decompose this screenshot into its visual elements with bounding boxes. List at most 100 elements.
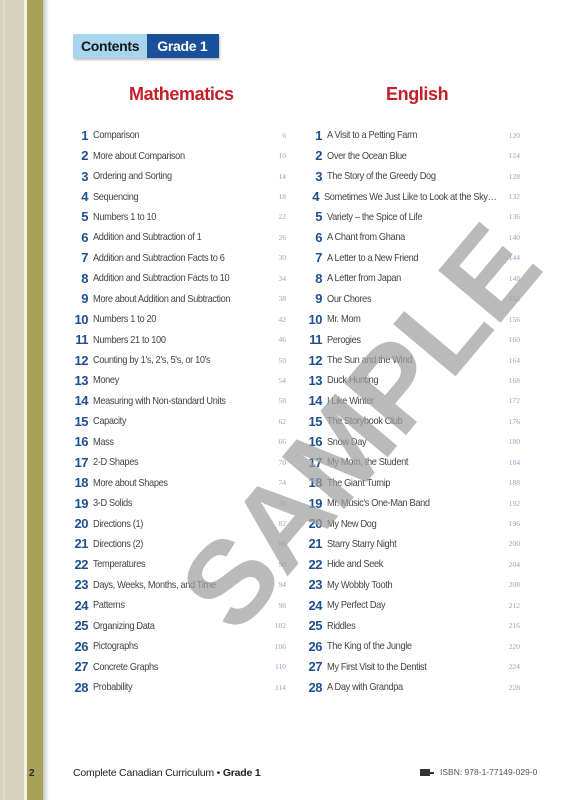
entry-page-number: 212 [508,600,520,610]
toc-entry: 26 The King of the Jungle 220 [300,636,520,656]
entry-title: A Visit to a Petting Farm [327,129,418,142]
entry-number: 18 [308,475,323,491]
toc-entry: 7 Addition and Subtraction Facts to 6 30 [66,248,286,268]
entry-title: Numbers 1 to 20 [93,313,157,326]
entry-number: 23 [74,577,89,593]
toc-entry: 3 Ordering and Sorting 14 [66,166,286,186]
entry-title: The King of the Jungle [327,640,412,653]
entry-title: Temperatures [93,558,146,571]
entry-title: More about Comparison [93,149,185,162]
entry-page-number: 26 [278,232,287,242]
entry-title: A Letter from Japan [327,272,401,285]
entry-title: Addition and Subtraction of 1 [93,231,202,244]
entry-page-number: 176 [508,416,520,426]
entry-title: More about Addition and Subtraction [93,292,231,305]
toc-entry: 22 Hide and Seek 204 [300,554,520,574]
toc-entry: 9 Our Chores 152 [300,289,520,309]
entry-page-number: 220 [508,641,520,651]
contents-header-tab: Contents Grade 1 [73,34,220,58]
toc-entry: 20 Directions (1) 82 [66,513,286,533]
entry-title: Duck Hunting [327,374,379,387]
entry-number: 19 [74,495,89,511]
entry-title: Mr. Music's One-Man Band [327,497,430,510]
toc-entry: 21 Directions (2) 86 [66,534,286,554]
entry-number: 8 [81,270,88,286]
entry-page-number: 10 [278,151,287,161]
toc-entry: 5 Numbers 1 to 10 22 [66,207,286,227]
entry-number: 23 [308,577,323,593]
entry-title: Directions (1) [93,517,144,530]
entry-title: My First Visit to the Dentist [327,660,427,673]
footer-grade: Grade 1 [222,767,261,779]
entry-title: Capacity [93,415,127,428]
entry-number: 15 [74,413,89,429]
entry-title: Pictographs [93,640,138,653]
entry-number: 27 [74,659,89,675]
entry-title: Concrete Graphs [93,660,159,673]
entry-page-number: 54 [278,375,287,385]
entry-page-number: 132 [508,192,520,202]
entry-page-number: 94 [278,580,287,590]
entry-page-number: 188 [508,478,520,488]
entry-page-number: 62 [278,416,287,426]
toc-entry: 14 I Like Winter 172 [300,391,520,411]
entry-number: 10 [74,311,89,327]
entry-number: 9 [81,291,88,307]
toc-entry: 7 A Letter to a New Friend 144 [300,248,520,268]
entry-number: 21 [308,536,323,552]
entry-page-number: 66 [278,437,287,447]
entry-page-number: 152 [508,294,520,304]
entry-page-number: 156 [508,314,520,324]
entry-number: 9 [315,291,322,307]
entry-page-number: 164 [508,355,520,365]
entry-number: 18 [74,475,89,491]
entry-title: My Wobbly Tooth [327,578,393,591]
toc-entry: 11 Numbers 21 to 100 46 [66,329,286,349]
toc-entry: 18 The Giant Turnip 188 [300,472,520,492]
entry-number: 20 [74,516,89,532]
toc-entry: 2 More about Comparison 10 [66,145,286,165]
entry-page-number: 90 [278,559,287,569]
entry-number: 12 [308,352,323,368]
toc-entry: 24 Patterns 98 [66,595,286,615]
entry-title: My New Dog [327,517,377,530]
entry-number: 24 [308,597,323,613]
entry-number: 26 [308,638,323,654]
entry-title: Addition and Subtraction Facts to 10 [93,272,230,285]
entry-title: Counting by 1's, 2's, 5's, or 10's [93,354,211,367]
entry-number: 13 [74,372,89,388]
section-title-english: English [386,84,449,104]
entry-number: 14 [308,393,323,409]
entry-page-number: 136 [508,212,520,222]
footer-book-name: Complete Canadian Curriculum [73,767,214,779]
toc-entry: 21 Starry Starry Night 200 [300,534,520,554]
toc-entry: 26 Pictographs 106 [66,636,286,656]
entry-number: 12 [74,352,89,368]
entry-number: 25 [308,618,323,634]
entry-page-number: 114 [275,682,286,692]
toc-entry: 17 My Mom, the Student 184 [300,452,520,472]
entry-title: Our Chores [327,292,372,305]
entry-title: Sometimes We Just Like to Look at the Sk… [323,190,497,203]
entry-number: 5 [315,209,322,225]
entry-number: 14 [74,393,89,409]
entry-page-number: 124 [508,151,520,161]
entry-number: 15 [308,413,323,429]
isbn-text: ISBN: 978-1-77149-029-0 [440,767,538,777]
toc-entry: 20 My New Dog 196 [300,513,520,533]
entry-number: 2 [315,148,322,164]
entry-number: 4 [81,189,88,205]
entry-number: 22 [308,556,323,572]
toc-entry: 17 2-D Shapes 70 [66,452,286,472]
entry-number: 7 [315,250,322,266]
entry-number: 28 [308,679,323,695]
entry-title: More about Shapes [93,476,168,489]
toc-entry: 22 Temperatures 90 [66,554,286,574]
entry-number: 21 [74,536,89,552]
entry-number: 6 [81,229,88,245]
entry-number: 20 [308,516,323,532]
toc-entry: 12 The Sun and the Wind 164 [300,350,520,370]
toc-entry: 8 Addition and Subtraction Facts to 10 34 [66,268,286,288]
entry-title: Comparison [93,129,140,142]
entry-page-number: 70 [278,457,287,467]
